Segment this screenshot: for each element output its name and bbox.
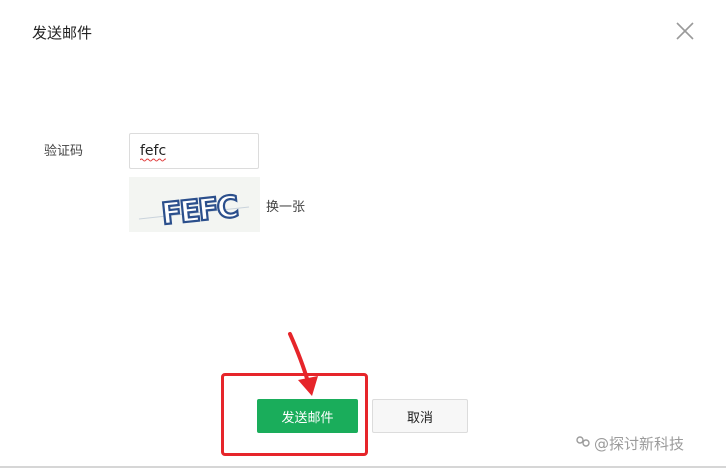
watermark-text: @探讨新科技 [594, 435, 685, 453]
watermark: @探讨新科技 [575, 433, 684, 454]
captcha-label: 验证码 [44, 144, 84, 159]
spellcheck-underline [140, 158, 166, 162]
annotation-arrow [288, 332, 318, 396]
send-mail-dialog: 发送邮件 验证码 FEFC 换一张 发送邮件 取消 @探讨新科技 [0, 0, 726, 468]
captcha-input[interactable] [129, 133, 259, 169]
captcha-image[interactable]: FEFC [129, 177, 260, 233]
cancel-button[interactable]: 取消 [372, 399, 468, 433]
send-mail-button[interactable]: 发送邮件 [257, 399, 358, 433]
watermark-logo-icon [575, 434, 591, 454]
refresh-captcha-link[interactable]: 换一张 [266, 196, 305, 215]
dialog-title: 发送邮件 [32, 24, 93, 42]
close-icon[interactable] [674, 20, 696, 42]
